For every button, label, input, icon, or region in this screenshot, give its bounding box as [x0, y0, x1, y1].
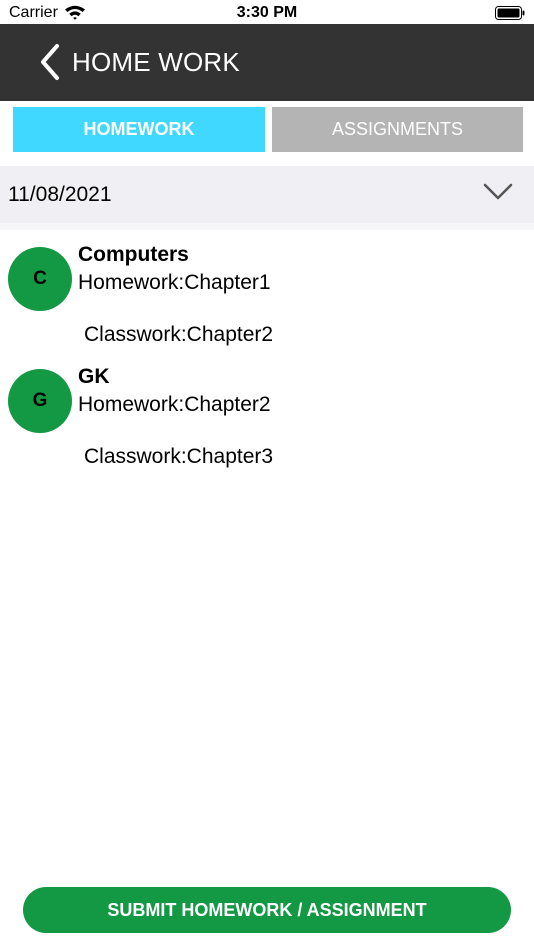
homework-text: Homework:Chapter2 — [78, 393, 271, 416]
subject-name: GK — [78, 365, 110, 388]
tab-assignments[interactable]: ASSIGNMENTS — [272, 107, 523, 152]
subject-name: Computers — [78, 243, 189, 266]
battery-icon — [495, 6, 525, 20]
subject-avatar: C — [8, 247, 72, 311]
status-time: 3:30 PM — [236, 4, 298, 21]
chevron-down-icon — [483, 183, 513, 200]
classwork-text: Classwork:Chapter2 — [84, 323, 274, 346]
list-item[interactable]: G GK Homework:Chapter2 Classwork:Chapter… — [0, 362, 534, 477]
status-bar: Carrier 3:30 PM — [0, 0, 534, 24]
tab-homework[interactable]: HOMEWORK — [13, 107, 265, 152]
subject-avatar: G — [8, 369, 72, 433]
submit-homework-button[interactable]: SUBMIT HOMEWORK / ASSIGNMENT — [23, 887, 511, 933]
back-chevron-icon[interactable] — [38, 42, 62, 82]
selected-date: 11/08/2021 — [8, 183, 112, 206]
date-dropdown[interactable]: 11/08/2021 — [0, 166, 534, 223]
nav-bar: HOME WORK — [0, 24, 534, 101]
classwork-text: Classwork:Chapter3 — [84, 445, 274, 468]
list-item[interactable]: C Computers Homework:Chapter1 Classwork:… — [0, 240, 534, 355]
homework-text: Homework:Chapter1 — [78, 271, 271, 294]
divider — [0, 223, 534, 230]
page-title: HOME WORK — [72, 47, 240, 77]
